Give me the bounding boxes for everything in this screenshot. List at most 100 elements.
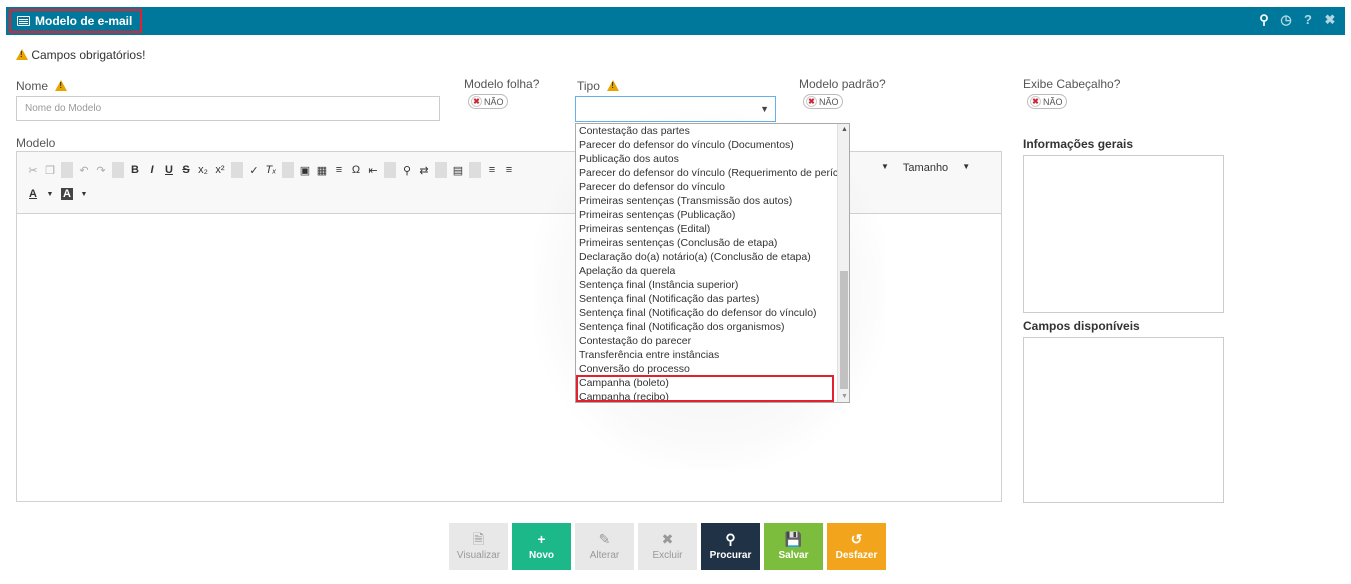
- desfazer-button[interactable]: ↺ Desfazer: [827, 523, 886, 570]
- form-icon: [17, 16, 30, 26]
- tipo-option[interactable]: Parecer do defensor do vínculo (Document…: [576, 138, 849, 152]
- clock-icon[interactable]: ◷: [1279, 12, 1293, 28]
- tipo-option[interactable]: Declaração do(a) notário(a) (Conclusão d…: [576, 250, 849, 264]
- tipo-option-campanha-boleto[interactable]: Campanha (boleto): [576, 376, 849, 390]
- exibe-cabecalho-value: NÃO: [1043, 96, 1063, 107]
- format-painter-icon[interactable]: ✓: [248, 164, 260, 177]
- visualizar-button[interactable]: 🗎 Visualizar: [449, 523, 508, 570]
- tipo-option[interactable]: Sentença final (Notificação do defensor …: [576, 306, 849, 320]
- strikethrough-icon[interactable]: S: [180, 164, 192, 176]
- scroll-down-icon[interactable]: ▼: [841, 393, 848, 400]
- window-actions: ⚲ ◷ ? ✖: [1257, 12, 1337, 28]
- tipo-option-campanha-recibo[interactable]: Campanha (recibo): [576, 390, 849, 402]
- italic-icon[interactable]: I: [146, 164, 158, 176]
- document-icon: 🗎: [472, 531, 485, 547]
- replace-icon[interactable]: ⇄: [418, 164, 430, 177]
- pencil-icon: ✎: [598, 531, 611, 547]
- text-color-icon[interactable]: A: [27, 188, 39, 200]
- redo-icon[interactable]: ↷: [95, 164, 107, 177]
- page-break-icon[interactable]: ⇤: [367, 164, 379, 177]
- font-size-label: Tamanho: [902, 162, 949, 174]
- window-title: Modelo de e-mail: [9, 9, 143, 33]
- chevron-down-icon[interactable]: ▼: [44, 191, 56, 198]
- bullet-list-icon[interactable]: ≡: [503, 164, 515, 176]
- select-all-icon[interactable]: ▤: [452, 164, 464, 177]
- campos-disponiveis-box[interactable]: [1023, 337, 1224, 503]
- tipo-option[interactable]: Sentença final (Instância superior): [576, 278, 849, 292]
- superscript-icon[interactable]: x²: [214, 164, 226, 176]
- close-icon[interactable]: ✖: [1323, 12, 1337, 28]
- editor-toolbar-row-1: ✂ ❐ ↶ ↷ B I U S x₂ x² ✓ Tₓ ▣ ▦ ≡ Ω ⇤ ⚲ ⇄…: [27, 162, 515, 178]
- tipo-option[interactable]: Contestação das partes: [576, 124, 849, 138]
- tipo-option[interactable]: Publicação dos autos: [576, 152, 849, 166]
- window-titlebar: Modelo de e-mail ⚲ ◷ ? ✖: [6, 7, 1345, 35]
- tipo-option[interactable]: Contestação do parecer: [576, 334, 849, 348]
- horizontal-line-icon[interactable]: ≡: [333, 164, 345, 176]
- save-icon: 💾: [784, 531, 803, 547]
- chevron-down-icon[interactable]: ▼: [78, 191, 90, 198]
- modelo-folha-value: NÃO: [484, 96, 504, 107]
- modelo-padrao-toggle[interactable]: ✖ NÃO: [803, 94, 843, 109]
- tipo-option[interactable]: Primeiras sentenças (Transmissão dos aut…: [576, 194, 849, 208]
- exibe-cabecalho-toggle[interactable]: ✖ NÃO: [1027, 94, 1067, 109]
- tipo-option[interactable]: Parecer do defensor do vínculo (Requerim…: [576, 166, 849, 180]
- procurar-label: Procurar: [709, 550, 752, 561]
- tipo-option[interactable]: Sentença final (Notificação dos organism…: [576, 320, 849, 334]
- search-icon[interactable]: ⚲: [1257, 12, 1271, 28]
- x-icon: ✖: [806, 96, 817, 107]
- tipo-label: Tipo: [577, 79, 620, 93]
- excluir-label: Excluir: [652, 550, 683, 561]
- dropdown-scrollbar[interactable]: ▲ ▼: [837, 124, 849, 402]
- alterar-button[interactable]: ✎ Alterar: [575, 523, 634, 570]
- bold-icon[interactable]: B: [129, 164, 141, 176]
- novo-label: Novo: [529, 550, 554, 561]
- find-icon[interactable]: ⚲: [401, 164, 413, 177]
- underline-icon[interactable]: U: [163, 164, 175, 176]
- background-color-icon[interactable]: A: [61, 188, 73, 200]
- tipo-option[interactable]: Conversão do processo: [576, 362, 849, 376]
- procurar-button[interactable]: ⚲ Procurar: [701, 523, 760, 570]
- info-gerais-box[interactable]: [1023, 155, 1224, 313]
- editor-toolbar-row-2: A ▼ A ▼: [27, 188, 90, 200]
- warning-icon: [607, 80, 620, 91]
- special-char-icon[interactable]: Ω: [350, 164, 362, 176]
- scroll-up-icon[interactable]: ▲: [841, 126, 848, 133]
- numbered-list-icon[interactable]: ≡: [486, 164, 498, 176]
- image-icon[interactable]: ▣: [299, 164, 311, 177]
- help-icon[interactable]: ?: [1301, 12, 1315, 28]
- modelo-padrao-value: NÃO: [819, 96, 839, 107]
- tipo-option[interactable]: Sentença final (Notificação das partes): [576, 292, 849, 306]
- excluir-button[interactable]: ✖ Excluir: [638, 523, 697, 570]
- font-size-dropdown[interactable]: ▼ Tamanho ▼: [881, 162, 970, 174]
- warning-icon: [55, 80, 68, 91]
- table-icon[interactable]: ▦: [316, 164, 328, 177]
- plus-icon: +: [537, 531, 546, 547]
- copy-icon[interactable]: ❐: [44, 164, 56, 177]
- salvar-label: Salvar: [778, 550, 809, 561]
- modelo-padrao-label: Modelo padrão?: [799, 77, 886, 91]
- undo-icon: ↺: [850, 531, 863, 547]
- tipo-option[interactable]: Primeiras sentenças (Edital): [576, 222, 849, 236]
- subscript-icon[interactable]: x₂: [197, 164, 209, 176]
- tipo-option[interactable]: Apelação da querela: [576, 264, 849, 278]
- desfazer-label: Desfazer: [835, 550, 878, 561]
- tipo-option[interactable]: Primeiras sentenças (Publicação): [576, 208, 849, 222]
- tipo-dropdown-list[interactable]: Contestação das partes Parecer do defens…: [575, 123, 850, 403]
- action-buttons: 🗎 Visualizar + Novo ✎ Alterar ✖ Excluir …: [449, 523, 886, 570]
- novo-button[interactable]: + Novo: [512, 523, 571, 570]
- salvar-button[interactable]: 💾 Salvar: [764, 523, 823, 570]
- x-icon: ✖: [1030, 96, 1041, 107]
- tipo-option[interactable]: Primeiras sentenças (Conclusão de etapa): [576, 236, 849, 250]
- nome-input[interactable]: Nome do Modelo: [16, 96, 440, 121]
- tipo-option[interactable]: Parecer do defensor do vínculo: [576, 180, 849, 194]
- tipo-option[interactable]: Transferência entre instâncias: [576, 348, 849, 362]
- cut-icon[interactable]: ✂: [27, 164, 39, 177]
- scrollbar-thumb[interactable]: [840, 271, 848, 389]
- nome-label-text: Nome: [16, 79, 49, 93]
- window-title-text: Modelo de e-mail: [35, 14, 133, 28]
- modelo-folha-toggle[interactable]: ✖ NÃO: [468, 94, 508, 109]
- x-icon: ✖: [471, 96, 482, 107]
- nome-label: Nome: [16, 79, 68, 93]
- clear-format-icon[interactable]: Tₓ: [265, 164, 277, 176]
- undo-icon[interactable]: ↶: [78, 164, 90, 177]
